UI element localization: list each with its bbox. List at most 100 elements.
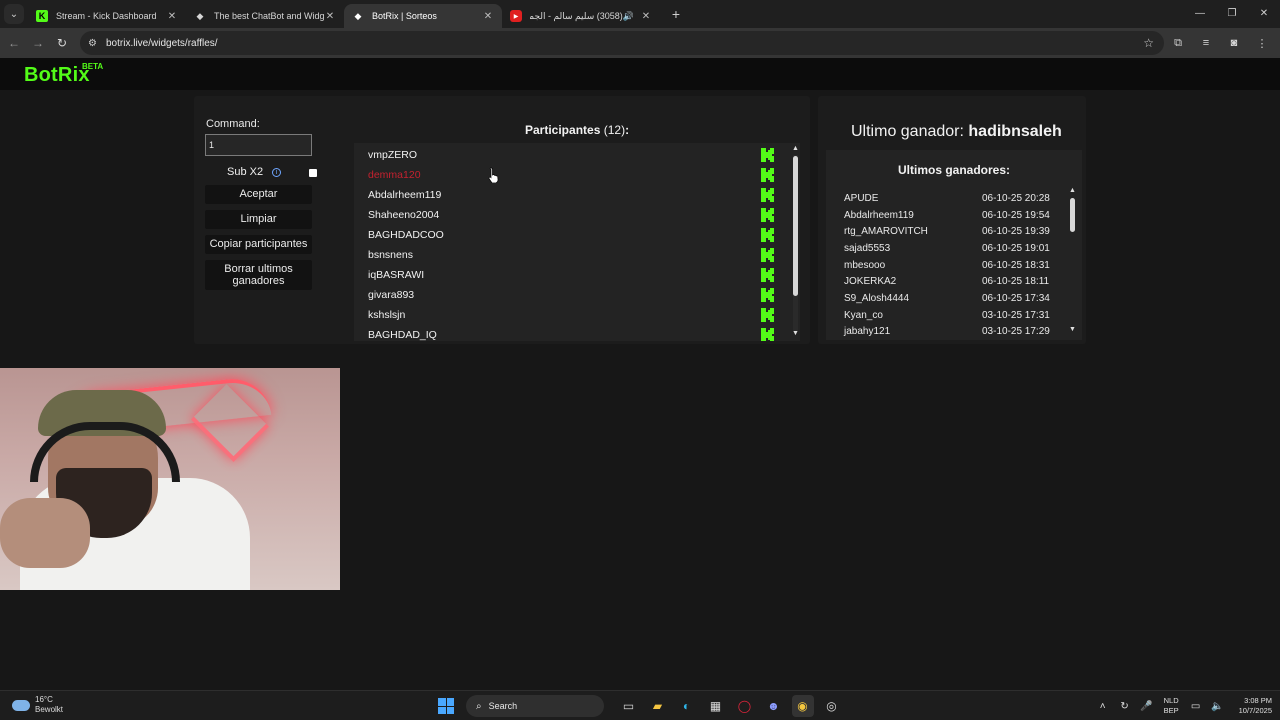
clock[interactable]: 3:08 PM 10/7/2025 xyxy=(1239,696,1272,716)
winners-scroll-down-icon[interactable]: ▼ xyxy=(1069,326,1076,333)
delete-winners-label-line2: ganadores xyxy=(232,275,285,287)
close-tab-icon[interactable]: ✕ xyxy=(482,11,494,22)
participant-item[interactable]: kshslsjn xyxy=(368,309,405,321)
scroll-down-icon[interactable]: ▼ xyxy=(792,330,799,337)
search-placeholder: Search xyxy=(488,701,518,711)
info-icon[interactable]: i xyxy=(272,168,281,177)
streamer-hand xyxy=(0,498,90,568)
address-bar[interactable]: ⚙ botrix.live/widgets/raffles/ ☆ xyxy=(80,31,1164,55)
close-window-icon[interactable]: ✕ xyxy=(1248,0,1280,28)
webcam-overlay xyxy=(0,368,340,590)
beta-badge: BETA xyxy=(82,62,104,71)
minimize-icon[interactable]: — xyxy=(1184,0,1216,28)
participant-item[interactable]: BAGHDAD_IQ xyxy=(368,329,437,341)
back-icon[interactable]: ← xyxy=(2,36,26,50)
kick-icon xyxy=(761,288,774,302)
winner-date: 06-10-25 19:54 xyxy=(982,210,1050,221)
clear-button[interactable]: Limpiar xyxy=(205,210,312,229)
chevron-up-icon[interactable]: ˄ xyxy=(1092,701,1114,712)
raffle-panel: Command: Sub X2 i Aceptar Limpiar Copiar… xyxy=(194,96,810,344)
winner-name: JOKERKA2 xyxy=(844,276,897,287)
winner-name: S9_Alosh4444 xyxy=(844,293,910,304)
last-winner-heading: Ultimo ganador: hadibnsaleh xyxy=(851,123,1062,141)
command-input[interactable] xyxy=(205,134,312,156)
tab-search-icon[interactable]: ⌄ xyxy=(4,4,24,24)
sync-icon[interactable]: ↻ xyxy=(1114,701,1136,712)
participant-item[interactable]: vmpZERO xyxy=(368,149,417,161)
weather-widget[interactable]: 16°C Bewolkt xyxy=(12,695,63,715)
reload-icon[interactable]: ↻ xyxy=(50,36,74,50)
windows-start-icon[interactable] xyxy=(438,698,454,714)
winner-date: 06-10-25 18:31 xyxy=(982,260,1050,271)
lang-line1: NLD xyxy=(1163,696,1179,705)
winner-date: 06-10-25 19:39 xyxy=(982,226,1050,237)
opera-icon[interactable]: ◯ xyxy=(734,695,756,717)
tab-botrix-sorteos[interactable]: ◆ BotRix | Sorteos ✕ xyxy=(344,4,502,28)
store-icon[interactable]: ▦ xyxy=(705,695,727,717)
url-text[interactable]: botrix.live/widgets/raffles/ xyxy=(106,38,218,49)
speaker-icon[interactable]: 🔊 xyxy=(623,11,634,22)
tab-title: BotRix | Sorteos xyxy=(372,11,437,21)
taskbar-search[interactable]: ⌕ Search xyxy=(466,695,604,717)
new-tab-button[interactable]: + xyxy=(666,6,686,22)
sub-x2-checkbox[interactable] xyxy=(309,169,317,177)
youtube-icon: ▶ xyxy=(510,10,522,22)
participant-item[interactable]: Shaheeno2004 xyxy=(368,209,439,221)
winner-date: 06-10-25 18:11 xyxy=(982,276,1050,287)
scroll-up-icon[interactable]: ▲ xyxy=(792,145,799,152)
edge-icon[interactable]: ◐ xyxy=(676,695,698,717)
extensions-icon[interactable]: ⧉ xyxy=(1164,37,1192,50)
close-tab-icon[interactable]: ✕ xyxy=(640,11,652,22)
botrix-logo[interactable]: BotRix xyxy=(24,64,90,87)
last-winners-list[interactable]: Ultimos ganadores: APUDE 06-10-25 20:28 … xyxy=(826,150,1082,340)
participant-item[interactable]: demma120 xyxy=(368,169,421,181)
close-tab-icon[interactable]: ✕ xyxy=(166,11,178,22)
accept-button[interactable]: Aceptar xyxy=(205,185,312,204)
restore-icon[interactable]: ❐ xyxy=(1216,0,1248,28)
network-icon[interactable]: ▭ xyxy=(1185,701,1207,712)
last-winners-title: Ultimos ganadores: xyxy=(897,163,1011,177)
participant-item[interactable]: bsnsnens xyxy=(368,249,413,261)
participant-item[interactable]: BAGHDADCOO xyxy=(368,229,444,241)
participants-scroll-thumb[interactable] xyxy=(793,156,798,296)
participant-item[interactable]: Abdalrheem119 xyxy=(368,189,441,201)
chrome-icon[interactable]: ◉ xyxy=(791,695,814,717)
participant-item[interactable]: iqBASRAWI xyxy=(368,269,424,281)
kick-icon xyxy=(761,168,774,182)
page-body: Command: Sub X2 i Aceptar Limpiar Copiar… xyxy=(0,90,1280,690)
microphone-icon[interactable]: 🎤 xyxy=(1136,701,1158,712)
kick-icon: K xyxy=(36,10,48,22)
participant-item[interactable]: givara893 xyxy=(368,289,414,301)
winners-scroll-thumb[interactable] xyxy=(1070,198,1075,232)
winner-name: Abdalrheem119 xyxy=(844,210,914,221)
tab-youtube[interactable]: ▶ (3058) سليم سالم - الجمسي 🔊 ✕ xyxy=(502,4,660,28)
tab-kick-dashboard[interactable]: K Stream - Kick Dashboard ✕ xyxy=(28,4,186,28)
profile-icon[interactable]: ◙ xyxy=(1220,37,1248,49)
weather-desc: Bewolkt xyxy=(35,705,64,714)
bookmark-star-icon[interactable]: ☆ xyxy=(1143,36,1154,50)
kick-icon xyxy=(761,208,774,222)
tab-title: The best ChatBot and Widgets xyxy=(214,11,324,21)
winners-scroll-up-icon[interactable]: ▲ xyxy=(1069,187,1076,194)
file-explorer-icon[interactable]: ▰ xyxy=(647,695,669,717)
language-indicator[interactable]: NLD BEP xyxy=(1164,696,1179,716)
winner-name: sajad5553 xyxy=(844,243,891,254)
winner-name: mbesooo xyxy=(844,260,886,271)
obs-icon[interactable]: ◎ xyxy=(821,695,843,717)
task-view-icon[interactable]: ▭ xyxy=(618,695,640,717)
tab-botrix-chatbot[interactable]: ◆ The best ChatBot and Widgets ✕ xyxy=(186,4,344,28)
volume-icon[interactable]: 🔈 xyxy=(1207,701,1229,712)
clock-time: 3:08 PM xyxy=(1244,696,1272,705)
site-info-icon[interactable]: ⚙ xyxy=(88,38,102,49)
discord-icon[interactable]: ☻ xyxy=(763,695,785,717)
media-control-icon[interactable]: ≡ xyxy=(1192,37,1220,49)
menu-icon[interactable]: ⋮ xyxy=(1248,37,1276,50)
close-tab-icon[interactable]: ✕ xyxy=(324,11,336,22)
copy-participants-button[interactable]: Copiar participantes xyxy=(205,235,312,254)
participants-title-text: Participantes xyxy=(525,123,601,137)
taskbar-apps: ⌕ Search ▭ ▰ ◐ ▦ ◯ ☻ ◉ ◎ xyxy=(438,694,846,718)
forward-icon[interactable]: → xyxy=(26,36,50,50)
participants-list[interactable]: vmpZERO demma120 Abdalrheem119 Shaheeno2… xyxy=(354,143,800,341)
delete-last-winners-button[interactable]: Borrar ultimos ganadores xyxy=(205,260,312,290)
winner-date: 03-10-25 17:29 xyxy=(982,326,1050,337)
